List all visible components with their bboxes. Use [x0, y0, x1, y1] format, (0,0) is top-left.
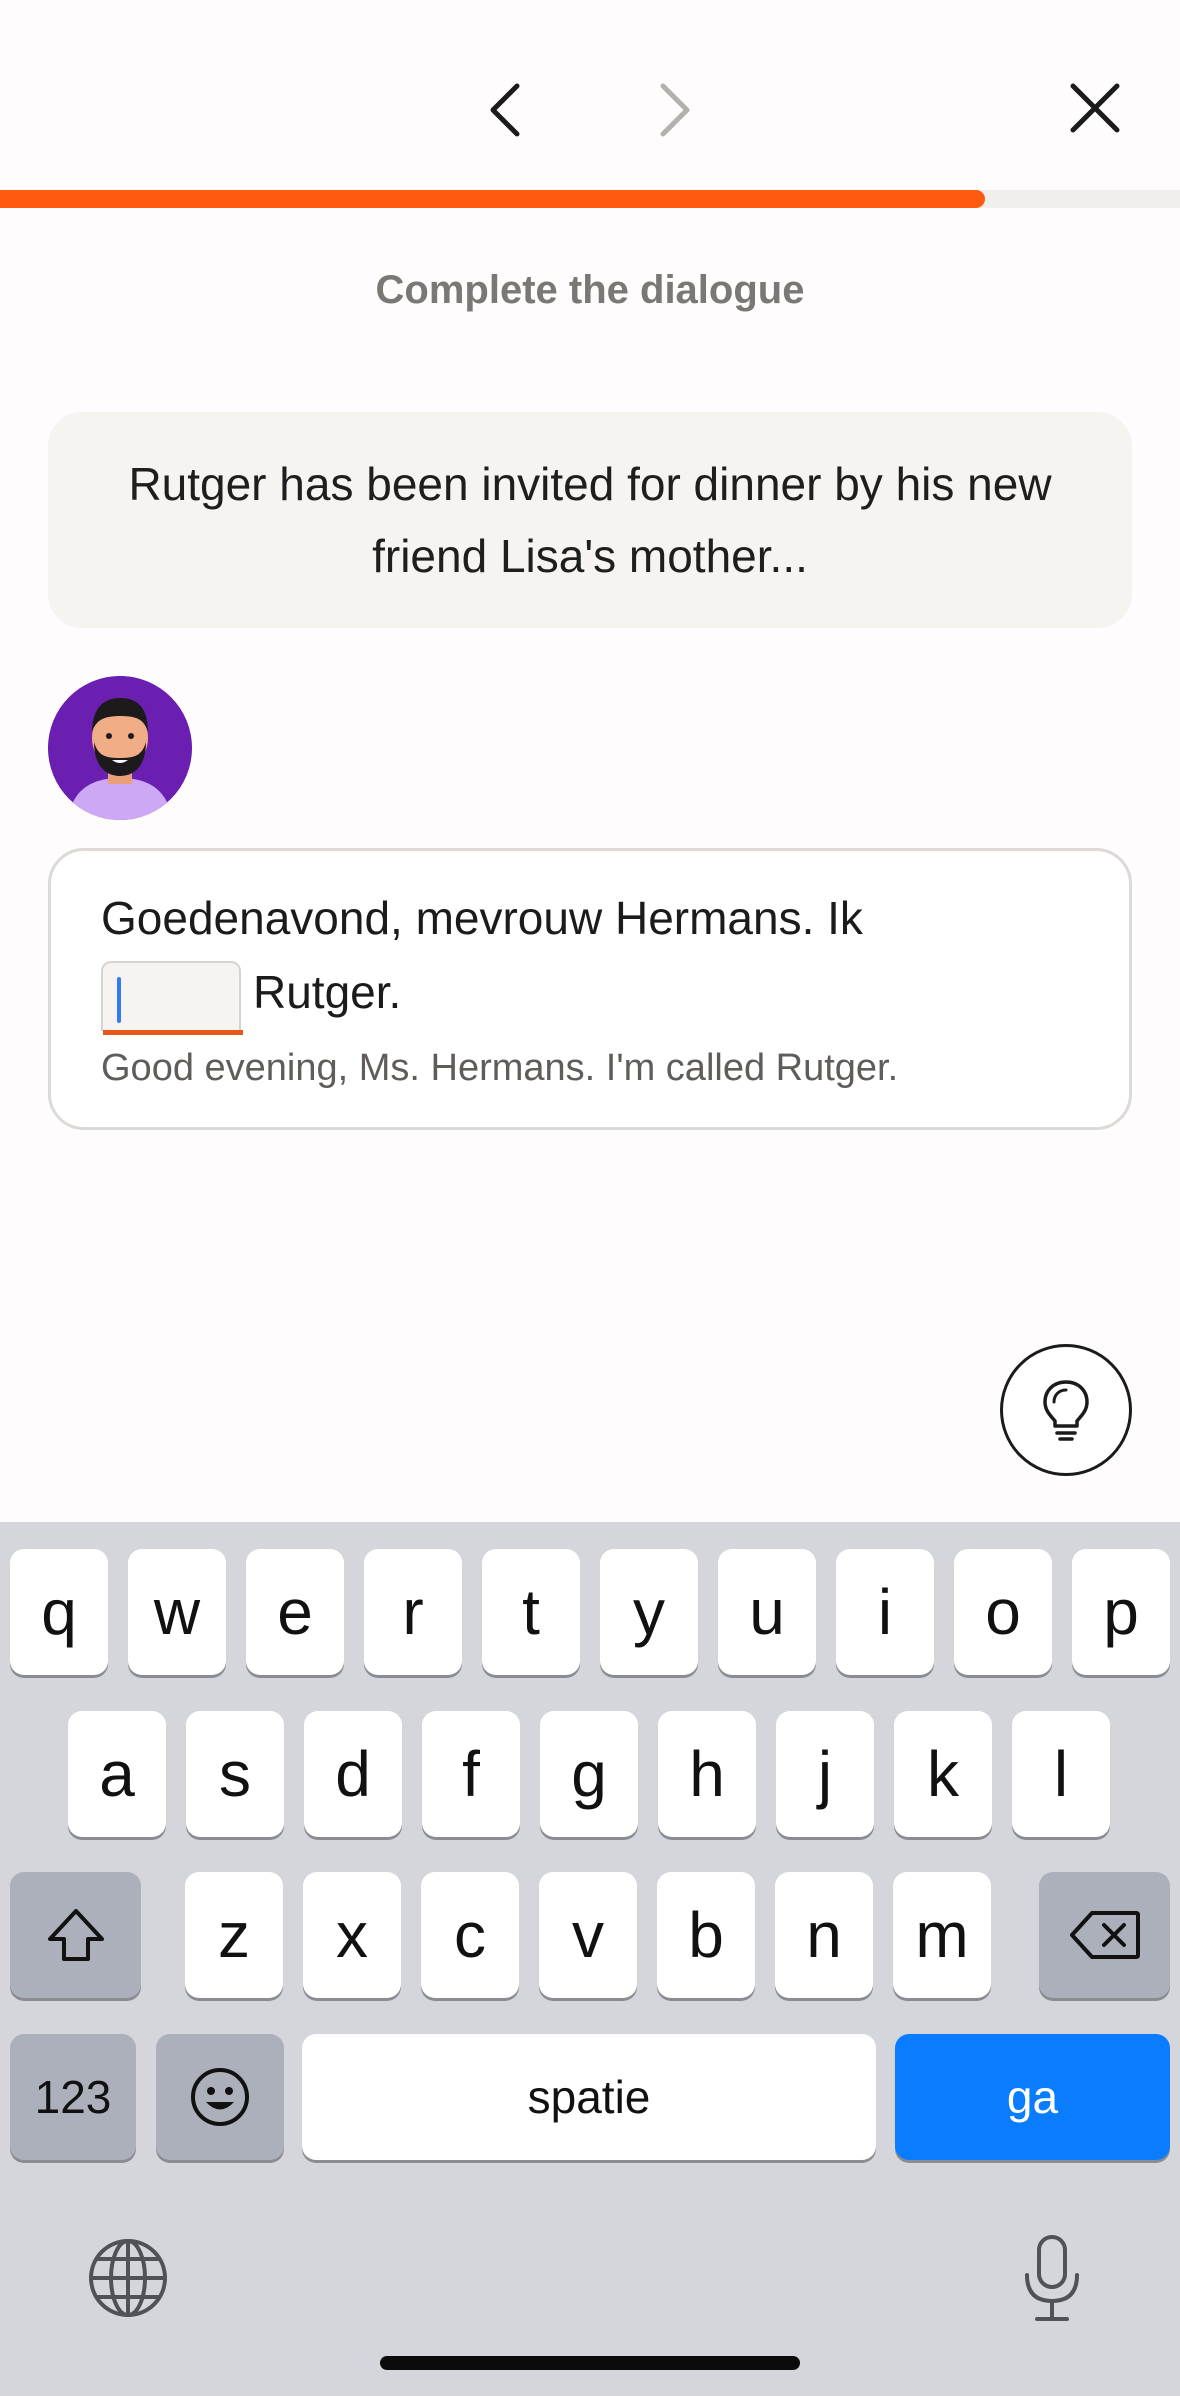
key-b[interactable]: b [657, 1872, 755, 1998]
key-w[interactable]: w [128, 1549, 226, 1675]
key-d[interactable]: d [304, 1711, 402, 1837]
home-indicator [380, 2356, 800, 2370]
shift-icon [47, 1909, 104, 1961]
key-p[interactable]: p [1072, 1549, 1170, 1675]
key-r[interactable]: r [364, 1549, 462, 1675]
chevron-right-icon [660, 83, 690, 137]
context-text: Rutger has been invited for dinner by hi… [128, 458, 1052, 582]
backspace-key[interactable] [1039, 1872, 1170, 1998]
progress-bar [0, 190, 1180, 208]
key-s[interactable]: s [186, 1711, 284, 1837]
emoji-key[interactable] [156, 2034, 284, 2160]
speaker-avatar [48, 676, 192, 820]
numbers-key[interactable]: 123 [10, 2034, 136, 2160]
close-icon [1070, 83, 1120, 133]
key-t[interactable]: t [482, 1549, 580, 1675]
key-c[interactable]: c [421, 1872, 519, 1998]
globe-icon [89, 2239, 167, 2317]
dialogue-card: Goedenavond, mevrouw Hermans. Ik Rutger.… [48, 848, 1132, 1130]
microphone-icon [1025, 2235, 1079, 2321]
key-f[interactable]: f [422, 1711, 520, 1837]
key-x[interactable]: x [303, 1872, 401, 1998]
backspace-icon [1069, 1911, 1140, 1959]
emoji-icon [191, 2068, 249, 2126]
chevron-left-icon [490, 83, 520, 137]
space-key[interactable]: spatie [302, 2034, 876, 2160]
key-h[interactable]: h [658, 1711, 756, 1837]
key-m[interactable]: m [893, 1872, 991, 1998]
key-u[interactable]: u [718, 1549, 816, 1675]
answer-input[interactable] [101, 961, 243, 1035]
text-caret [117, 977, 121, 1023]
key-y[interactable]: y [600, 1549, 698, 1675]
hint-button[interactable] [1000, 1344, 1132, 1476]
lightbulb-icon [1043, 1380, 1089, 1441]
dialogue-line-before-blank: Goedenavond, mevrouw Hermans. Ik [101, 892, 863, 944]
man-with-beard-avatar-icon [48, 676, 192, 820]
key-v[interactable]: v [539, 1872, 637, 1998]
exercise-title: Complete the dialogue [375, 268, 805, 312]
shift-key[interactable] [10, 1872, 141, 1998]
microphone-button[interactable] [1004, 2228, 1100, 2328]
close-button[interactable] [1060, 70, 1130, 146]
key-i[interactable]: i [836, 1549, 934, 1675]
globe-button[interactable] [80, 2230, 176, 2326]
key-g[interactable]: g [540, 1711, 638, 1837]
key-a[interactable]: a [68, 1711, 166, 1837]
return-key[interactable]: ga [895, 2034, 1170, 2160]
dialogue-translation: Good evening, Ms. Hermans. I'm called Ru… [101, 1047, 899, 1089]
keyboard: qwertyuiop asdfghjkl zxcvbnm 123 spatie … [0, 1522, 1180, 2396]
key-o[interactable]: o [954, 1549, 1052, 1675]
key-l[interactable]: l [1012, 1711, 1110, 1837]
forward-button[interactable] [640, 70, 710, 150]
key-n[interactable]: n [775, 1872, 873, 1998]
key-k[interactable]: k [894, 1711, 992, 1837]
answer-input-underline [103, 1030, 243, 1035]
context-box: Rutger has been invited for dinner by hi… [48, 412, 1132, 628]
key-q[interactable]: q [10, 1549, 108, 1675]
key-e[interactable]: e [246, 1549, 344, 1675]
key-j[interactable]: j [776, 1711, 874, 1837]
back-button[interactable] [470, 70, 540, 150]
dialogue-line-after-blank: Rutger. [253, 966, 402, 1018]
progress-bar-fill [0, 190, 986, 208]
key-z[interactable]: z [185, 1872, 283, 1998]
